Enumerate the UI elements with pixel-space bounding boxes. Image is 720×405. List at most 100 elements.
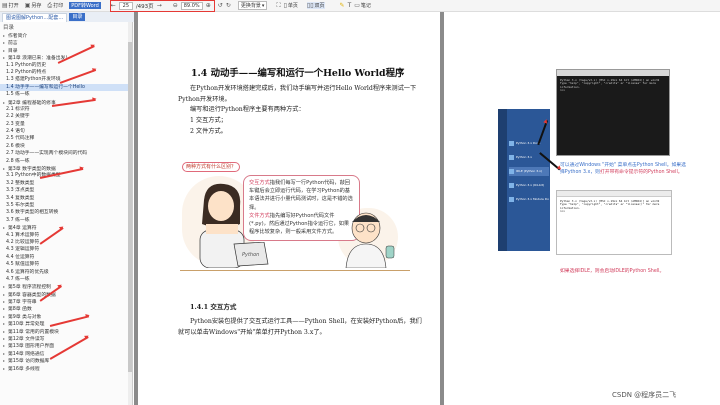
console-text: Python 3.x (tags/v3.x) [MSC v.19xx 64 bi…: [560, 78, 660, 93]
toc-header: 目录: [3, 25, 15, 31]
toc-item[interactable]: 2.2 关键字: [0, 113, 132, 120]
toc-item[interactable]: ▸ 目录: [0, 47, 132, 54]
toc-item[interactable]: ▸ 前言: [0, 39, 132, 46]
toc-item[interactable]: ▸ 第16章 多线程: [0, 365, 132, 372]
toc-item-label: 2.1 标识符: [6, 106, 30, 112]
toc-item-label: 2.2 关键字: [6, 114, 30, 120]
text-tool-icon[interactable]: T: [348, 2, 352, 9]
toc-item-label: 2.3 变量: [6, 121, 25, 127]
single-page-icon: ▯: [283, 1, 287, 9]
methods-paragraph: 编写和运行Python程序主要有两种方式：: [190, 106, 305, 113]
toc-item[interactable]: 2.3 变量: [0, 121, 132, 128]
toc-item[interactable]: 4.4 位运算符: [0, 254, 132, 261]
toc-item[interactable]: 4.3 逻辑运算符: [0, 246, 132, 253]
toc-item[interactable]: ▸ 第7章 字符串: [0, 298, 132, 305]
saveas-button[interactable]: ▣ 另存: [25, 2, 42, 9]
toc-item[interactable]: 4.2 比较运算符: [0, 239, 132, 246]
toc-item-label: 4.6 运算符的优先级: [6, 269, 49, 275]
toc-item-label: 第11章 常用的内置模块: [8, 329, 59, 335]
question-bubble: 两种方式有什么区别？: [182, 162, 240, 172]
toc-item[interactable]: 3.6 数字类型的相互转换: [0, 209, 132, 216]
rotate-left-icon[interactable]: ↺: [218, 2, 223, 9]
method-item-1: 1 交互方式；: [190, 117, 227, 124]
toc-item[interactable]: 2.7 动动手——实现两个模块间的代码: [0, 150, 132, 157]
shell-text: Python 3.x (tags/v3.x) [MSC v.19xx 64 bi…: [560, 199, 660, 214]
tab-document[interactable]: 图说图解Python…配套…: [2, 13, 68, 22]
toc-item[interactable]: ▸ 第4章 运算符: [0, 224, 132, 231]
sidebar-scrollbar[interactable]: [128, 22, 132, 405]
toc-item-label: 4.4 位运算符: [6, 254, 35, 260]
intro-paragraph: 在Python开发环境搭建完成后，我们动手编写并运行Hello World程序来…: [178, 85, 417, 103]
annotation-box-page-nav: [110, 0, 215, 12]
toc-item[interactable]: 2.6 模块: [0, 143, 132, 150]
toc-item-label: 2.8 练一练: [6, 158, 30, 164]
toc-item-label: 第3章 数字类型的数据: [8, 167, 56, 173]
fullscreen-icon[interactable]: ⛶: [276, 2, 280, 9]
watermark: CSDN @程序员二飞: [612, 391, 677, 399]
toc-item[interactable]: ▸ 第8章 函数: [0, 305, 132, 312]
toc-item[interactable]: 4.6 运算符的优先级: [0, 269, 132, 276]
toc-item[interactable]: 4.1 算术运算符: [0, 232, 132, 239]
toc-item[interactable]: 2.1 标识符: [0, 106, 132, 113]
toc-item[interactable]: 3.1 Python中的数据类型: [0, 172, 132, 179]
toc-item[interactable]: ▸ 第14章 网络通信: [0, 350, 132, 357]
shell-paragraph: Python安装包提供了交互式运行工具——Python Shell，在安装好Py…: [178, 318, 422, 336]
toc-item[interactable]: 4.5 赋值运算符: [0, 261, 132, 268]
print-icon: ⎙: [47, 1, 53, 9]
toc-item[interactable]: ▸ 第5章 程序流程控制: [0, 283, 132, 290]
single-page-button[interactable]: ▯ 单页: [284, 2, 298, 9]
toc-item-label: 4.7 练一练: [6, 276, 30, 282]
console-screenshot: Python 3.x (tags/v3.x) [MSC v.19xx 64 bi…: [556, 69, 670, 156]
toc-item[interactable]: 3.5 布尔类型: [0, 202, 132, 209]
toc-item[interactable]: ▸ 第9章 类与对象: [0, 313, 132, 320]
highlighter-icon[interactable]: ✎: [340, 2, 345, 9]
to-word-button[interactable]: PDF转Word: [69, 2, 101, 9]
toc-item[interactable]: 2.4 语句: [0, 128, 132, 135]
toc-item-label: 3.6 数字类型的相互转换: [6, 210, 59, 216]
open-button[interactable]: ▤ 打开: [2, 2, 19, 9]
sidebar-scroll-thumb[interactable]: [128, 42, 132, 372]
toc-item[interactable]: 1.1 Python的历史: [0, 62, 132, 69]
toc-item[interactable]: ▸ 第12章 文件读写: [0, 335, 132, 342]
toc-item[interactable]: 2.8 练一练: [0, 158, 132, 165]
toc-item[interactable]: 3.4 复数类型: [0, 195, 132, 202]
toc-item[interactable]: ▸ 第15章 访问数据库: [0, 357, 132, 364]
toc-item[interactable]: ▸ 第6章 容器类型的数据: [0, 291, 132, 298]
toc-item-label: 4.2 比较运算符: [6, 239, 40, 245]
toc-item[interactable]: 1.5 练一练: [0, 91, 132, 98]
toc-item-label: 1.4 动手手——编写和运行一个Hello: [6, 84, 85, 90]
method-item-2: 2 文件方式。: [190, 128, 227, 135]
rotate-right-icon[interactable]: ↻: [226, 2, 231, 9]
toolbar: ▤ 打开 ▣ 另存 ⎙ 打印 PDF转Word ← 25 /493页 → ⊖ 89.0…: [0, 0, 720, 12]
note-icon: ▭: [354, 1, 360, 9]
toc-item[interactable]: 1.2 Python的特点: [0, 69, 132, 76]
tab-toc[interactable]: 目录: [69, 13, 86, 21]
toc-item[interactable]: ▸ 第11章 常用的内置模块: [0, 328, 132, 335]
toc-item[interactable]: 2.5 代码注释: [0, 135, 132, 142]
toc-item[interactable]: 3.3 浮点类型: [0, 187, 132, 194]
toc-item-label: 2.5 代码注释: [6, 136, 35, 142]
toc-item[interactable]: 4.7 练一练: [0, 276, 132, 283]
toc-item[interactable]: ▸ 作者简介: [0, 32, 132, 39]
note-idle: 如果选择IDLE，则会启动IDLE的Python Shell。: [560, 269, 665, 274]
note-button[interactable]: ▭ 笔记: [354, 2, 371, 9]
toc-item-label: 第12章 文件读写: [8, 337, 45, 343]
print-button[interactable]: ⎙ 打印: [47, 2, 63, 9]
toc-item-label: 前言: [8, 41, 18, 47]
toc-item-label: 2.4 语句: [6, 129, 25, 135]
start-menu-item: IDLE (Python 3.x): [509, 167, 549, 176]
laptop-label: Python: [242, 252, 260, 258]
double-page-button[interactable]: ▯▯ 双页: [306, 2, 325, 9]
background-button[interactable]: 更换背景 ▾: [237, 1, 268, 10]
start-menu-item: Python 3.x Docs: [509, 139, 549, 148]
start-menu-item: Python 3.x (64-bit): [509, 181, 549, 190]
toc-item[interactable]: 3.7 练一练: [0, 217, 132, 224]
toc-item-label: 3.2 整数类型: [6, 180, 35, 186]
note-console: 可以通过Windows "开始" 菜单点击Python Shell。如果选择Py…: [560, 163, 686, 175]
toc-item-label: 第16章 多线程: [8, 366, 40, 372]
toc-item-label: 4.5 赋值运算符: [6, 262, 40, 268]
toc-item[interactable]: 3.2 整数类型: [0, 180, 132, 187]
toc-item-label: 第4章 运算符: [8, 226, 37, 232]
toc-item-label: 4.1 算术运算符: [6, 232, 40, 238]
toc-item[interactable]: 1.4 动手手——编写和运行一个Hello: [0, 83, 132, 92]
